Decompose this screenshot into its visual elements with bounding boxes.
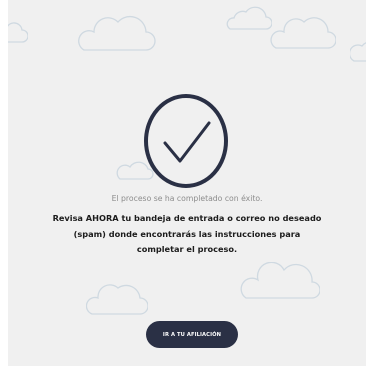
cloud-icon xyxy=(78,15,156,51)
cloud-icon xyxy=(270,17,336,49)
status-text: El proceso se ha completado con éxito. xyxy=(111,194,263,203)
cloud-icon xyxy=(226,6,272,30)
confirmation-panel: El proceso se ha completado con éxito. R… xyxy=(8,0,366,366)
instructions-line: completar el proceso. xyxy=(136,244,238,254)
cloud-icon xyxy=(86,284,148,315)
instructions-line: (spam) donde encontrarás las instruccion… xyxy=(73,228,301,239)
go-to-affiliation-button[interactable]: IR A TU AFILIACIÓN xyxy=(146,321,238,348)
instructions-line: Revisa AHORA tu bandeja de entrada o cor… xyxy=(52,213,322,223)
cloud-icon xyxy=(8,22,28,43)
cloud-icon xyxy=(240,262,320,299)
instructions-text: Revisa AHORA tu bandeja de entrada o cor… xyxy=(17,211,357,258)
cloud-icon xyxy=(350,42,366,62)
confirmation-message: El proceso se ha completado con éxito. R… xyxy=(8,193,366,258)
check-circle-icon xyxy=(144,94,228,188)
